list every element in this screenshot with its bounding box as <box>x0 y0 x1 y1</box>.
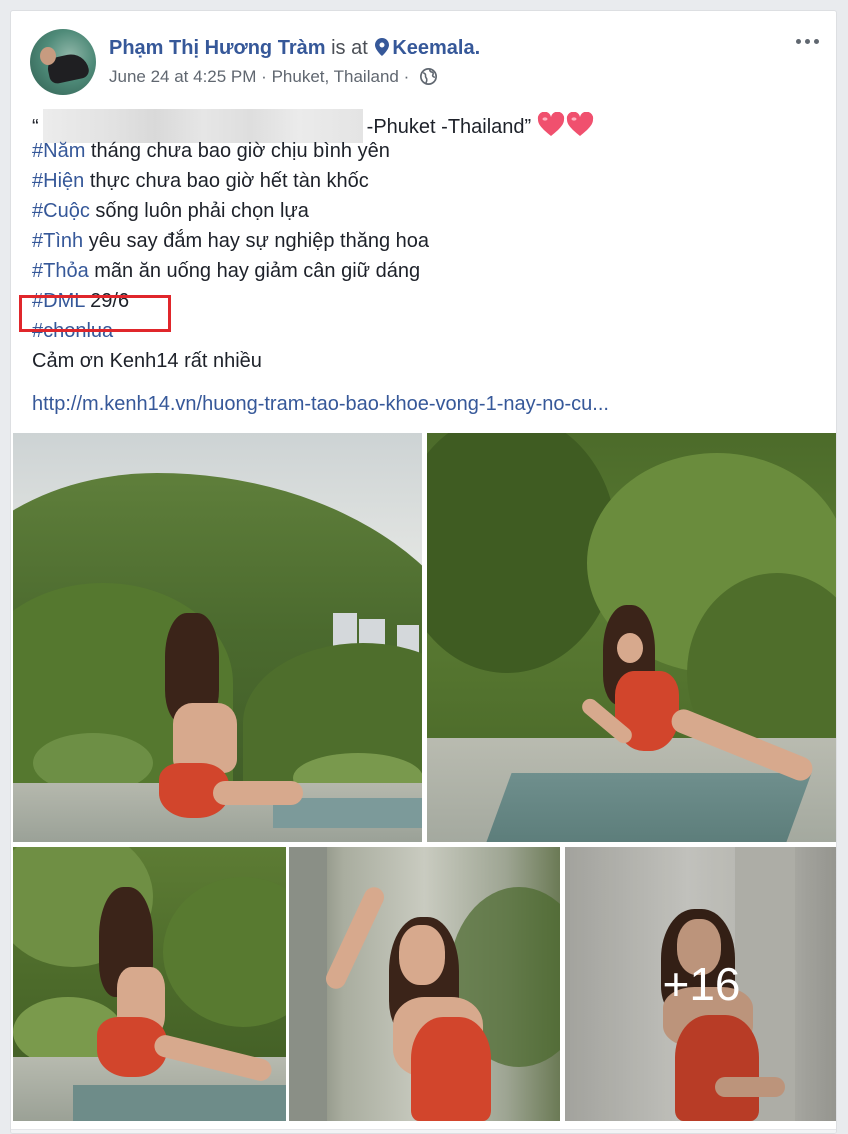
more-photos-count[interactable]: +16 <box>565 847 836 1121</box>
caption-text: tháng chưa bao giờ chịu bình yên <box>85 140 390 162</box>
hearts-emoji-icon <box>537 111 595 144</box>
hashtag-link[interactable]: #Năm <box>32 140 85 162</box>
caption-line: #Tình yêu say đắm hay sự nghiệp thăng ho… <box>32 229 595 259</box>
caption-location-text: -Phuket -Thailand” <box>366 116 532 138</box>
hashtag-link[interactable]: #Hiện <box>32 170 84 192</box>
globe-icon[interactable] <box>420 68 437 90</box>
post-card: Phạm Thị Hương Tràm is at Keemala. June … <box>10 10 837 1134</box>
place-link[interactable]: Keemala. <box>392 37 480 59</box>
post-header: Phạm Thị Hương Tràm is at Keemala. <box>109 37 480 62</box>
hashtag-link[interactable]: #Tình <box>32 230 83 252</box>
caption-line: #Cuộc sống luôn phải chọn lựa <box>32 199 595 229</box>
photo-3[interactable] <box>13 847 286 1121</box>
post-meta: June 24 at 4:25 PM · Phuket, Thailand · <box>109 67 437 90</box>
caption-line: #Năm tháng chưa bao giờ chịu bình yên <box>32 139 595 169</box>
avatar[interactable] <box>30 29 96 95</box>
avatar-head <box>40 47 56 65</box>
photo-2[interactable] <box>427 433 836 842</box>
photo-4[interactable] <box>289 847 560 1121</box>
location-pin-icon <box>375 38 390 62</box>
post-date[interactable]: June 24 at 4:25 PM <box>109 67 256 86</box>
caption-line: #Hiện thực chưa bao giờ hết tàn khốc <box>32 169 595 199</box>
photo-1[interactable] <box>13 433 422 842</box>
meta-separator-2: · <box>403 67 410 86</box>
caption-thanks: Cảm ơn Kenh14 rất nhiều <box>32 350 262 372</box>
caption-text: yêu say đắm hay sự nghiệp thăng hoa <box>83 230 429 252</box>
more-options-icon[interactable] <box>792 33 822 49</box>
caption-line: #Thỏa mãn ăn uống hay giảm cân giữ dáng <box>32 259 595 289</box>
meta-separator: · <box>261 67 267 86</box>
caption-text: thực chưa bao giờ hết tàn khốc <box>84 170 369 192</box>
post-location[interactable]: Phuket, Thailand <box>272 67 399 86</box>
caption-line-quote: “ -Phuket -Thailand” <box>32 109 595 143</box>
open-quote: “ <box>32 116 39 138</box>
card-footer-divider <box>11 1129 836 1133</box>
article-link[interactable]: http://m.kenh14.vn/huong-tram-tao-bao-kh… <box>32 393 609 416</box>
author-name[interactable]: Phạm Thị Hương Tràm <box>109 37 326 59</box>
hashtag-link[interactable]: #Cuộc <box>32 200 90 222</box>
post-caption: “ -Phuket -Thailand” #Năm tháng chưa bao … <box>32 109 595 379</box>
caption-text: mãn ăn uống hay giảm cân giữ dáng <box>88 260 421 282</box>
photo-5[interactable]: +16 <box>565 847 836 1121</box>
is-at-text: is at <box>331 37 368 59</box>
highlight-box <box>19 295 171 332</box>
caption-text: sống luôn phải chọn lựa <box>89 200 309 222</box>
hashtag-link[interactable]: #Thỏa <box>32 260 89 282</box>
blurred-text <box>42 109 363 143</box>
